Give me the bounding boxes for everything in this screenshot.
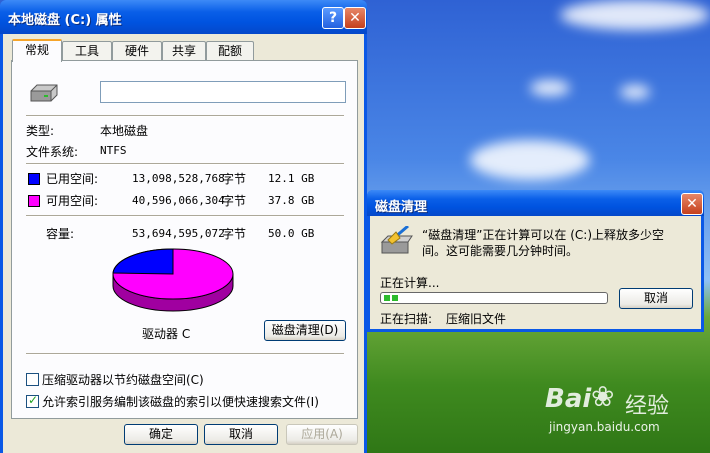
paw-icon: ❀ [591,380,615,413]
cloud [470,140,590,180]
divider [26,163,344,165]
type-value: 本地磁盘 [100,124,149,138]
cloud [620,85,650,99]
disk-cleanup-button[interactable]: 磁盘清理(D) [264,320,346,341]
pie-used-slice [112,248,174,275]
tab-hardware[interactable]: 硬件 [112,41,162,60]
general-panel: 类型: 本地磁盘 文件系统: NTFS 已用空间: 13,098,528,768… [11,60,358,419]
divider [26,353,344,355]
compress-checkbox[interactable] [26,373,39,386]
close-button[interactable]: ✕ [344,7,366,29]
free-color-swatch [28,195,40,207]
cleanup-close-button[interactable]: ✕ [681,193,703,215]
used-bytes: 13,098,528,768 [132,172,225,185]
free-label: 可用空间: [46,194,99,208]
properties-window: 本地磁盘 (C:) 属性 ? ✕ 常规 工具 硬件 共享 配额 类型: 本地磁盘… [0,0,367,453]
used-label: 已用空间: [46,172,99,186]
scanning-value: 压缩旧文件 [446,312,507,326]
window-title: 本地磁盘 (C:) 属性 [8,13,122,28]
free-bytes: 40,596,066,304 [132,194,225,207]
progress-segment [384,295,390,301]
cleanup-status: 正在计算... [380,276,440,290]
cloud [560,0,710,30]
used-size: 12.1 GB [268,172,315,185]
used-color-swatch [28,173,40,185]
properties-titlebar[interactable]: 本地磁盘 (C:) 属性 ? ✕ [0,0,367,34]
baidu-brand-text: Bai [545,384,592,414]
baidu-url: jingyan.baidu.com [549,420,660,434]
capacity-size: 50.0 GB [268,227,315,240]
cleanup-titlebar[interactable]: 磁盘清理 ✕ [367,190,704,216]
disk-usage-pie [112,248,234,312]
divider [26,215,344,217]
drive-label: 驱动器 C [142,327,191,341]
tab-sharing[interactable]: 共享 [162,41,206,60]
capacity-bytes: 53,694,595,072 [132,227,225,240]
properties-body: 常规 工具 硬件 共享 配额 类型: 本地磁盘 文件系统: NTFS 已用空间:… [3,34,364,453]
scanning-label: 正在扫描: [380,312,433,326]
filesystem-value: NTFS [100,144,127,157]
cleanup-message-line1: “磁盘清理”正在计算可以在 (C:)上释放多少空 [422,228,665,242]
free-unit: 字节 [222,194,247,208]
cleanup-cancel-button[interactable]: 取消 [619,288,693,309]
hard-drive-icon [30,84,58,102]
cloud [530,80,570,96]
type-label: 类型: [26,124,55,138]
volume-name-input[interactable] [100,81,346,103]
ok-button[interactable]: 确定 [124,424,198,445]
cancel-button[interactable]: 取消 [204,424,278,445]
capacity-unit: 字节 [222,227,247,241]
free-size: 37.8 GB [268,194,315,207]
baidu-watermark: Bai ❀ 经验 jingyan.baidu.com [545,378,705,448]
help-button[interactable]: ? [322,7,344,29]
divider [26,115,344,117]
tab-general[interactable]: 常规 [12,39,62,62]
progress-segment [392,295,398,301]
index-checkbox[interactable]: ✓ [26,393,39,408]
tab-quota[interactable]: 配额 [206,41,254,60]
cleanup-title: 磁盘清理 [375,200,428,215]
index-label: 允许索引服务编制该磁盘的索引以便快速搜索文件(I) [42,395,319,409]
capacity-label: 容量: [46,227,75,241]
disk-cleanup-broom-icon [380,226,413,254]
cleanup-progress-bar [380,292,608,304]
disk-cleanup-dialog: 磁盘清理 ✕ “磁盘清理”正在计算可以在 (C:)上释放多少空 间。这可能需要几… [367,190,704,332]
filesystem-label: 文件系统: [26,145,79,159]
apply-button[interactable]: 应用(A) [286,424,358,445]
used-unit: 字节 [222,172,247,186]
cleanup-body: “磁盘清理”正在计算可以在 (C:)上释放多少空 间。这可能需要几分钟时间。 正… [370,216,701,329]
checkmark-icon: ✓ [28,393,39,407]
compress-label: 压缩驱动器以节约磁盘空间(C) [42,373,204,387]
tab-tools[interactable]: 工具 [62,41,112,60]
baidu-jingyan-text: 经验 [625,394,670,419]
cleanup-message-line2: 间。这可能需要几分钟时间。 [422,244,579,258]
